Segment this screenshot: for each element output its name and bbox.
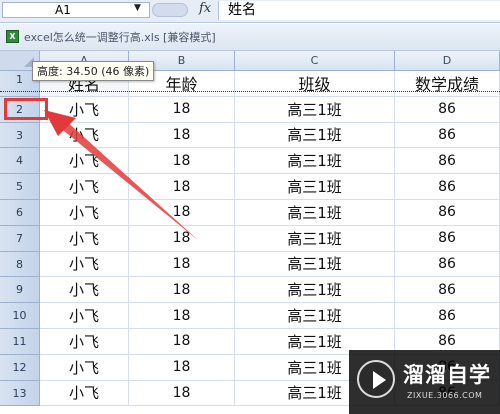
watermark: 溜溜自学 ZIXUE.3066.COM	[349, 350, 500, 414]
row-header-5[interactable]: 5	[0, 174, 40, 200]
table-row: 小飞18高三1班86	[40, 225, 500, 252]
workbook-title: excel怎么统一调整行高.xls [兼容模式]	[24, 31, 216, 44]
cell-b2[interactable]: 18	[129, 96, 235, 123]
row-header-3[interactable]: 3	[0, 122, 40, 149]
cell-c8[interactable]: 高三1班	[235, 251, 395, 278]
row-header-6[interactable]: 6	[0, 200, 40, 226]
annotation-highlight-box	[4, 98, 48, 120]
table-row: 小飞18高三1班86	[40, 251, 500, 278]
cell-b3[interactable]: 18	[129, 122, 235, 149]
row-header-12[interactable]: 12	[0, 354, 40, 381]
cell-a5[interactable]: 小飞	[40, 174, 129, 200]
cell-d2[interactable]: 86	[395, 96, 500, 123]
cell-b7[interactable]: 18	[129, 225, 235, 252]
cell-b11[interactable]: 18	[129, 329, 235, 355]
table-row: 小飞18高三1班86	[40, 96, 500, 123]
formula-bar: A1 ▼ fx 姓名	[0, 0, 500, 23]
row-header-11[interactable]: 11	[0, 329, 40, 355]
cell-d4[interactable]: 86	[395, 148, 500, 175]
cell-b12[interactable]: 18	[129, 354, 235, 381]
cell-c6[interactable]: 高三1班	[235, 200, 395, 226]
cell-b9[interactable]: 18	[129, 277, 235, 304]
row-header-7[interactable]: 7	[0, 225, 40, 252]
workbook-title-bar: X excel怎么统一调整行高.xls [兼容模式]	[0, 24, 500, 51]
cell-c1[interactable]: 班级	[235, 71, 395, 97]
cell-c9[interactable]: 高三1班	[235, 277, 395, 304]
cell-c4[interactable]: 高三1班	[235, 148, 395, 175]
excel-file-icon: X	[6, 30, 19, 43]
table-row: 小飞18高三1班86	[40, 122, 500, 149]
cell-a3[interactable]: 小飞	[40, 122, 129, 149]
cell-a8[interactable]: 小飞	[40, 251, 129, 278]
cell-a2[interactable]: 小飞	[40, 96, 129, 123]
chevron-down-icon[interactable]: ▼	[134, 3, 141, 13]
insert-function-icon[interactable]: fx	[199, 1, 211, 16]
cell-b5[interactable]: 18	[129, 174, 235, 200]
cell-b13[interactable]: 18	[129, 380, 235, 407]
cell-a4[interactable]: 小飞	[40, 148, 129, 175]
cell-a9[interactable]: 小飞	[40, 277, 129, 304]
cell-a7[interactable]: 小飞	[40, 225, 129, 252]
cell-d8[interactable]: 86	[395, 251, 500, 278]
row-height-tooltip: 高度: 34.50 (46 像素)	[32, 61, 155, 81]
column-header-d[interactable]: D	[395, 51, 500, 71]
cell-d7[interactable]: 86	[395, 225, 500, 252]
cell-b10[interactable]: 18	[129, 303, 235, 329]
cell-d3[interactable]: 86	[395, 122, 500, 149]
cell-b4[interactable]: 18	[129, 148, 235, 175]
row-header-13[interactable]: 13	[0, 380, 40, 407]
formula-bar-splitter[interactable]	[152, 3, 188, 17]
play-logo-icon	[357, 360, 395, 398]
watermark-url: ZIXUE.3066.COM	[407, 391, 483, 400]
table-row: 小飞18高三1班86	[40, 148, 500, 175]
row-header-9[interactable]: 9	[0, 277, 40, 304]
cell-d9[interactable]: 86	[395, 277, 500, 304]
column-header-c[interactable]: C	[235, 51, 395, 71]
name-box[interactable]: A1	[2, 2, 150, 18]
cell-b6[interactable]: 18	[129, 200, 235, 226]
formula-input[interactable]: 姓名	[218, 1, 500, 20]
table-row: 小飞18高三1班86	[40, 200, 500, 226]
cell-c7[interactable]: 高三1班	[235, 225, 395, 252]
cell-b8[interactable]: 18	[129, 251, 235, 278]
cell-a6[interactable]: 小飞	[40, 200, 129, 226]
table-row: 小飞18高三1班86	[40, 303, 500, 329]
watermark-title: 溜溜自学	[403, 363, 491, 387]
table-row: 小飞18高三1班86	[40, 277, 500, 304]
cell-d10[interactable]: 86	[395, 303, 500, 329]
cell-c3[interactable]: 高三1班	[235, 122, 395, 149]
cell-c2[interactable]: 高三1班	[235, 96, 395, 123]
row-resize-guide	[0, 90, 500, 92]
row-header-4[interactable]: 4	[0, 148, 40, 175]
cell-d1[interactable]: 数学成绩	[395, 71, 500, 97]
cell-c10[interactable]: 高三1班	[235, 303, 395, 329]
cell-c5[interactable]: 高三1班	[235, 174, 395, 200]
cell-d5[interactable]: 86	[395, 174, 500, 200]
table-row: 小飞18高三1班86	[40, 174, 500, 200]
cell-a12[interactable]: 小飞	[40, 354, 129, 381]
row-header-8[interactable]: 8	[0, 251, 40, 278]
cell-a10[interactable]: 小飞	[40, 303, 129, 329]
cell-d6[interactable]: 86	[395, 200, 500, 226]
row-header-10[interactable]: 10	[0, 303, 40, 329]
cell-a11[interactable]: 小飞	[40, 329, 129, 355]
cell-a13[interactable]: 小飞	[40, 380, 129, 407]
